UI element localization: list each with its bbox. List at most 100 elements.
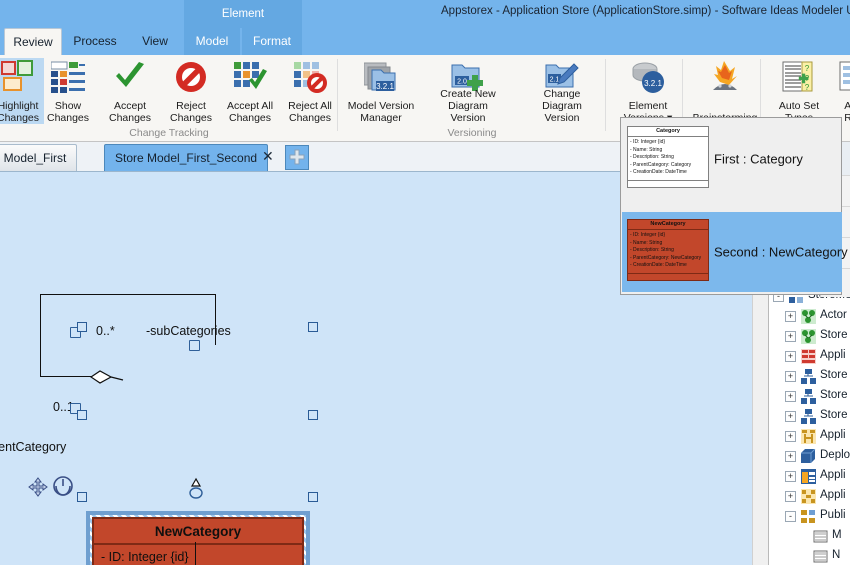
reject-all-changes-icon: [293, 60, 327, 94]
document-tab-active[interactable]: Store Model_First_Second: [104, 144, 269, 171]
class-diagram-icon: [801, 369, 816, 384]
aggregation-diamond-icon: [90, 370, 124, 384]
expand-icon[interactable]: +: [785, 471, 796, 482]
ui-diagram-icon: [801, 469, 816, 484]
auto-set-relations-icon: [838, 60, 850, 94]
association-line-top: [40, 294, 216, 295]
show-changes-button[interactable]: Show Changes: [37, 58, 99, 124]
ribbon-tab-process[interactable]: Process: [64, 28, 126, 55]
contextual-tab-group-label: Element: [184, 0, 302, 28]
tree-node-label: Appli: [820, 429, 846, 441]
expand-icon[interactable]: +: [785, 431, 796, 442]
application-window: Element Appstorex - Application Store (A…: [0, 0, 850, 565]
ribbon-tab-format[interactable]: Format: [242, 28, 302, 55]
move-handle-icon[interactable]: [28, 477, 48, 497]
ribbon-tab-view[interactable]: View: [128, 28, 182, 55]
document-tab-inactive[interactable]: ore Model_First: [0, 144, 78, 171]
thumbnail-attribute-row: - ID: Integer {id}: [630, 232, 666, 238]
element-version-thumbnail: NewCategory - ID: Integer {id} - Name: Str…: [627, 219, 709, 281]
reject-changes-icon: [174, 60, 208, 94]
accept-changes-button[interactable]: Accept Changes: [99, 58, 161, 124]
element-version-thumbnail: Category - ID: Integer {id} - Name: String…: [627, 126, 709, 188]
tree-node-label: N: [832, 549, 841, 561]
reject-all-changes-button[interactable]: Reject All Changes: [279, 58, 341, 124]
label-line-1: Accept: [113, 100, 147, 112]
window-title: Appstorex - Application Store (Applicati…: [441, 5, 850, 17]
thumbnail-attribute-row: - ID: Integer {id}: [630, 139, 666, 145]
expand-icon[interactable]: +: [785, 331, 796, 342]
component-diagram-icon: [801, 489, 816, 504]
connector-point-label[interactable]: [189, 340, 200, 351]
new-tab-button[interactable]: [285, 145, 309, 170]
expand-icon[interactable]: +: [785, 371, 796, 382]
element-versions-dropdown[interactable]: Category - ID: Integer {id} - Name: String…: [620, 117, 848, 295]
uml-class-attributes: - ID: Integer {id}- Name: String- Descri…: [94, 545, 302, 565]
brainstorming-button[interactable]: Brainstorming: [693, 58, 757, 124]
label-line-1: Auto: [844, 100, 850, 112]
usecase-diagram-icon: [801, 329, 816, 344]
resize-handle-se[interactable]: [308, 492, 318, 502]
ribbon-group-label: Change Tracking: [129, 127, 209, 139]
class-diagram-icon: [801, 389, 816, 404]
rotate-handle-icon[interactable]: [52, 475, 74, 497]
element-versions-icon: 3.2.1: [631, 60, 665, 94]
auto-set-relations-button[interactable]: AutoRela: [824, 58, 850, 124]
thumbnail-operations: [628, 179, 708, 187]
element-versions-button[interactable]: 3.2.1ElementVersions ▾: [617, 58, 679, 124]
element-version-item[interactable]: NewCategory - ID: Integer {id} - Name: Str…: [622, 212, 848, 292]
expand-icon[interactable]: +: [785, 351, 796, 362]
usecase-diagram-icon: [801, 309, 816, 324]
association-line-left: [40, 294, 41, 377]
tree-node-label: Actor: [820, 309, 847, 321]
element-icon: [813, 549, 828, 564]
label-line-2: Manager: [360, 112, 402, 124]
sequence-diagram-icon: [801, 429, 816, 444]
model-version-manager-button[interactable]: 3.2.1 Model Version Manager: [348, 58, 414, 124]
label-line-2: Changes: [46, 112, 90, 124]
expand-icon[interactable]: +: [785, 391, 796, 402]
class-diagram-icon: [801, 409, 816, 424]
label-line-1: Accept All: [226, 100, 274, 112]
svg-text:?: ?: [805, 83, 810, 92]
change-diagram-version-button[interactable]: 2.1 Change Diagram Version: [531, 58, 593, 124]
element-version-label: Second : NewCategory: [714, 244, 848, 260]
label-line-1: Change Diagram: [542, 88, 582, 112]
accept-all-changes-button[interactable]: Accept All Changes: [219, 58, 281, 124]
thumbnail-attributes: - ID: Integer {id} - Name: String - Descri…: [628, 230, 708, 273]
thumbnail-attribute-row: - Description: String: [630, 154, 674, 160]
collapse-icon[interactable]: -: [785, 511, 796, 522]
bottom-connector-icon[interactable]: [188, 477, 204, 501]
expand-icon[interactable]: +: [785, 491, 796, 502]
label-line-2: Diagram Version: [448, 100, 488, 124]
role-start-label: rentCategory: [0, 440, 67, 454]
resize-handle-nw[interactable]: [77, 322, 87, 332]
ribbon-tab-review[interactable]: Review: [4, 28, 62, 55]
label-line-2: Changes: [288, 112, 332, 124]
label-line-1: Auto Set: [778, 100, 820, 112]
expand-icon[interactable]: +: [785, 451, 796, 462]
tree-node-label: Store: [820, 369, 848, 381]
accept-all-changes-icon: [233, 60, 267, 94]
resize-handle-e[interactable]: [308, 410, 318, 420]
ribbon-tab-model[interactable]: Model: [184, 28, 240, 55]
resize-handle-sw[interactable]: [77, 492, 87, 502]
thumbnail-attribute-row: - CreationDate: DateTime: [630, 262, 687, 268]
resize-handle-ne[interactable]: [308, 322, 318, 332]
tree-node-label: Store: [820, 409, 848, 421]
package-diagram-icon: [801, 509, 816, 524]
tree-node-label: Store: [820, 329, 848, 341]
tree-node-label: Store: [820, 389, 848, 401]
uml-class-element[interactable]: NewCategory - ID: Integer {id}- Name: St…: [92, 517, 304, 565]
element-version-item[interactable]: Category - ID: Integer {id} - Name: String…: [622, 119, 842, 199]
thumbnail-attribute-row: - Description: String: [630, 247, 674, 253]
svg-text:2.0: 2.0: [457, 79, 467, 86]
expand-icon[interactable]: +: [785, 311, 796, 322]
create-new-diagram-version-button[interactable]: 2.0 Create New Diagram Version: [437, 58, 499, 124]
resize-handle-w[interactable]: [77, 410, 87, 420]
thumbnail-attribute-row: - ParentCategory: NewCategory: [630, 254, 702, 261]
expand-icon[interactable]: +: [785, 411, 796, 422]
association-line-tail: [195, 542, 196, 565]
label-line-2: Changes: [228, 112, 272, 124]
close-tab-icon[interactable]: ✕: [262, 149, 274, 163]
tree-node-label: Deplo: [820, 449, 850, 461]
